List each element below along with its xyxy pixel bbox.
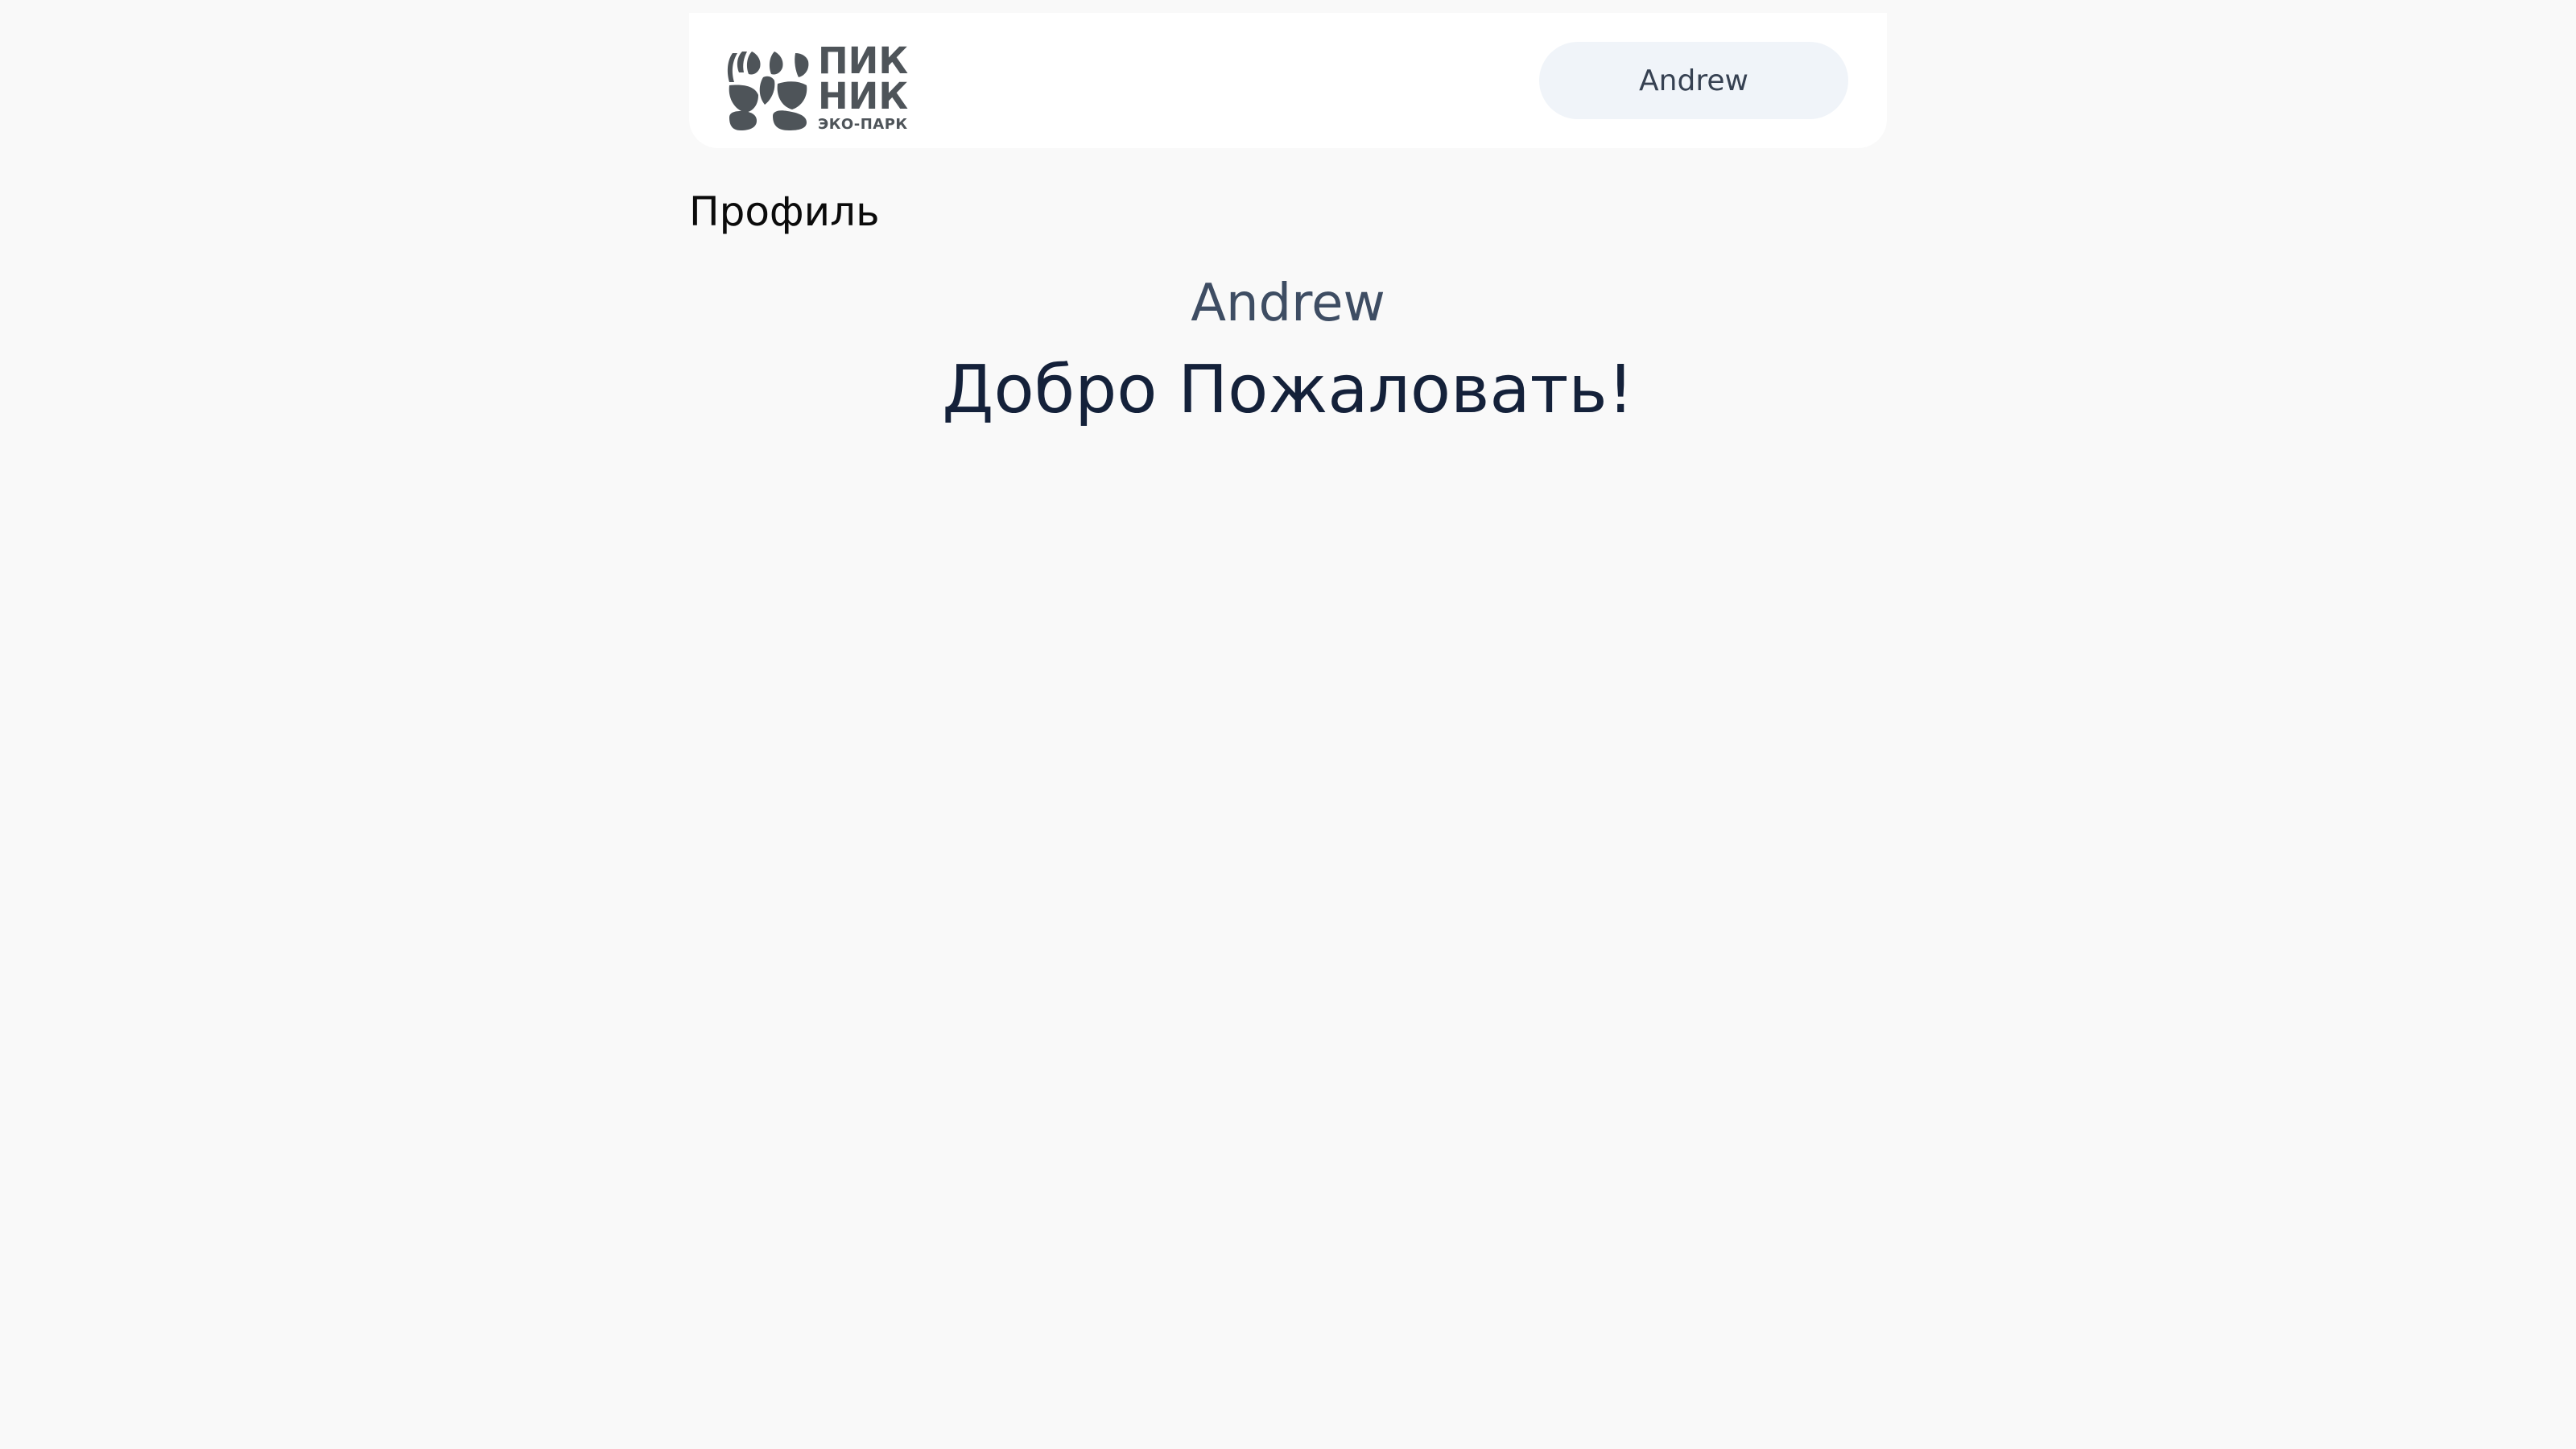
logo-link[interactable]: ПИК НИК ЭКО-ПАРК [726,37,919,133]
site-header: ПИК НИК ЭКО-ПАРК Andrew [689,13,1887,148]
page: ПИК НИК ЭКО-ПАРК Andrew Профиль Andrew Д… [0,0,2576,1449]
logo-wordmark: ПИК НИК ЭКО-ПАРК [818,43,908,134]
logo-text-line1: ПИК [818,39,909,82]
profile-username: Andrew [1191,274,1385,333]
user-menu-button[interactable]: Andrew [1539,42,1848,119]
paw-icon [727,52,809,130]
page-title: Профиль [689,188,880,235]
welcome-heading: Добро Пожаловать! [942,352,1634,428]
logo-text-line3: ЭКО-ПАРК [818,116,908,133]
logo-text-line2: НИК [818,75,909,118]
